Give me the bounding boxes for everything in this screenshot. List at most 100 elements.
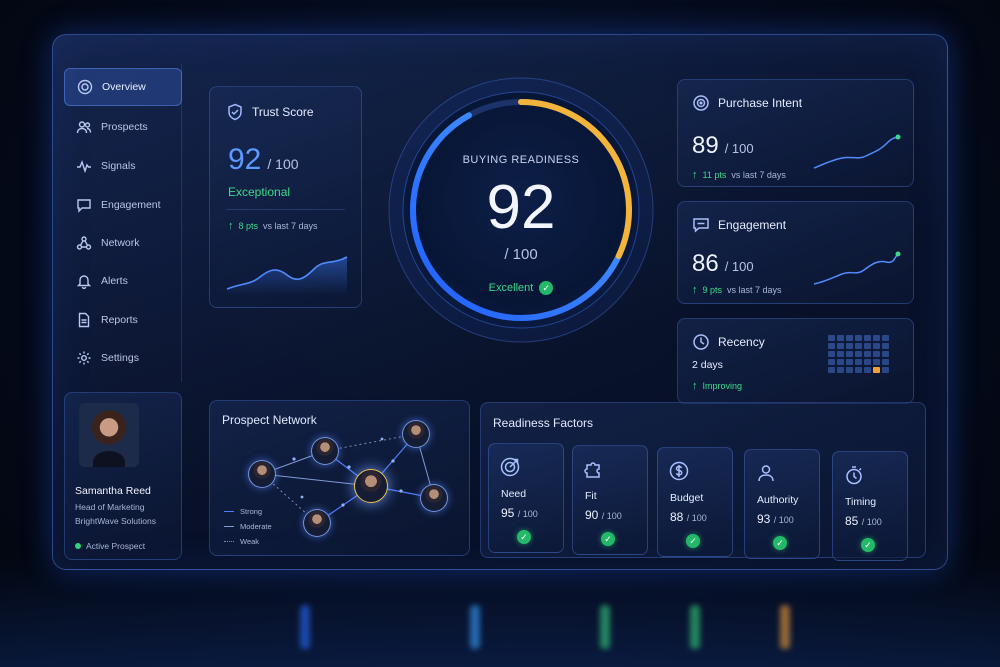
gauge-max: / 100: [504, 246, 538, 263]
up-arrow-icon: ↑: [692, 169, 698, 181]
network-node-avatar[interactable]: [303, 509, 331, 537]
delta-points: 11 pts: [702, 170, 727, 180]
delta-text: vs last 7 days: [727, 285, 782, 295]
trust-score-value: 92 / 100: [228, 143, 299, 177]
factor-score-number: 95: [501, 506, 515, 520]
buying-readiness-gauge[interactable]: BUYING READINESS 92 / 100 Excellent ✓: [387, 76, 655, 344]
status-dot: [75, 543, 81, 549]
check-icon: ✓: [773, 536, 787, 550]
floor-reflection: [300, 605, 310, 649]
network-node-avatar[interactable]: [248, 460, 276, 488]
recency-trend: ↑ Improving: [692, 380, 742, 392]
prospect-network-card[interactable]: Prospect Network Strong Moderate Weak: [209, 400, 470, 556]
delta-points: 8 pts: [238, 221, 259, 231]
floor-reflection: [780, 605, 790, 649]
score-max: / 100: [724, 259, 754, 274]
floor-glow: [0, 557, 1000, 667]
factor-name: Need: [501, 488, 527, 500]
factor-score: 93 / 100: [757, 512, 794, 526]
status-label: Active Prospect: [86, 541, 146, 551]
purchase-intent-card[interactable]: Purchase Intent 89 / 100 ↑ 11 pts vs las…: [677, 79, 914, 187]
sidebar-nav: Overview Prospects Signals Engagement Ne…: [62, 64, 182, 382]
dollar-icon: [669, 461, 689, 481]
up-arrow-icon: ↑: [228, 220, 234, 232]
stopwatch-icon: [846, 466, 862, 485]
legend-label: Weak: [240, 537, 260, 546]
recency-card[interactable]: Recency 2 days ↑ Improving: [677, 318, 914, 404]
floor-reflection: [470, 605, 480, 649]
document-icon: [78, 312, 90, 328]
avatar: [79, 403, 139, 467]
card-title-text: Purchase Intent: [718, 96, 803, 110]
check-icon: ✓: [601, 532, 615, 546]
sidebar-item-overview[interactable]: Overview: [64, 68, 182, 106]
purchase-intent-title: Purchase Intent: [692, 94, 802, 112]
sidebar-item-network[interactable]: Network: [64, 224, 182, 262]
sidebar-item-engagement[interactable]: Engagement: [64, 186, 182, 224]
engagement-delta: ↑ 9 pts vs last 7 days: [692, 284, 782, 296]
factor-score-number: 85: [845, 514, 859, 528]
score-max: / 100: [267, 156, 299, 172]
network-node-avatar[interactable]: [420, 484, 448, 512]
factor-authority[interactable]: Authority 93 / 100 ✓: [744, 449, 820, 559]
check-icon: ✓: [517, 530, 531, 544]
factor-score-max: / 100: [861, 517, 882, 527]
purchase-intent-value: 89 / 100: [692, 132, 754, 160]
network-icon: [76, 236, 92, 250]
divider: [226, 209, 345, 210]
sidebar-item-alerts[interactable]: Alerts: [64, 262, 182, 300]
legend-strong: Strong: [224, 507, 262, 516]
up-arrow-icon: ↑: [692, 380, 698, 392]
up-arrow-icon: ↑: [692, 284, 698, 296]
card-title-text: Recency: [718, 335, 765, 349]
sidebar-item-label: Prospects: [101, 121, 148, 133]
score-number: 86: [692, 250, 719, 277]
factor-score-max: / 100: [601, 511, 622, 521]
delta-points: 9 pts: [702, 285, 723, 295]
network-node-avatar[interactable]: [402, 420, 430, 448]
sidebar-item-label: Engagement: [101, 199, 161, 211]
chat-icon: [693, 218, 709, 233]
sidebar-item-signals[interactable]: Signals: [64, 147, 182, 185]
sidebar-item-settings[interactable]: Settings: [64, 339, 182, 377]
gauge-status: Excellent ✓: [387, 281, 655, 295]
factor-score: 85 / 100: [845, 514, 882, 528]
delta-text: vs last 7 days: [263, 221, 318, 231]
sidebar-item-reports[interactable]: Reports: [64, 301, 182, 339]
factor-fit[interactable]: Fit 90 / 100 ✓: [572, 445, 648, 555]
legend-label: Strong: [240, 507, 263, 516]
engagement-sparkline: [813, 251, 901, 285]
factor-timing[interactable]: Timing 85 / 100 ✓: [832, 451, 908, 561]
purchase-intent-sparkline: [813, 134, 901, 169]
sidebar-item-label: Signals: [101, 160, 136, 172]
factor-need[interactable]: Need 95 / 100 ✓: [488, 443, 564, 553]
prospect-profile-card[interactable]: Samantha Reed Head of Marketing BrightWa…: [64, 392, 182, 560]
status-badge: Active Prospect: [75, 541, 145, 551]
score-max: / 100: [724, 141, 754, 156]
target-icon: [77, 79, 93, 95]
network-node-avatar[interactable]: [311, 437, 339, 465]
profile-role: Head of Marketing: [75, 502, 145, 512]
factor-score-number: 93: [757, 512, 771, 526]
sidebar-item-prospects[interactable]: Prospects: [64, 108, 182, 146]
score-number: 92: [228, 143, 262, 176]
gauge-title: BUYING READINESS: [462, 154, 580, 166]
readiness-factors-card: Readiness Factors Need 95 / 100 ✓ Fit 90…: [480, 402, 926, 561]
factor-budget[interactable]: Budget 88 / 100 ✓: [657, 447, 733, 557]
target-icon: [500, 457, 520, 477]
card-title-text: Trust Score: [252, 105, 314, 119]
network-node-primary-avatar[interactable]: [354, 469, 388, 503]
factor-score: 90 / 100: [585, 508, 622, 522]
trust-score-card[interactable]: Trust Score 92 / 100 Exceptional ↑ 8 pts…: [209, 86, 362, 308]
recency-title: Recency: [692, 333, 765, 351]
users-icon: [76, 121, 92, 134]
floor-reflection: [600, 605, 610, 649]
activity-calendar: [828, 335, 889, 373]
check-icon: ✓: [861, 538, 875, 552]
shield-icon: [228, 103, 242, 121]
check-icon: ✓: [686, 534, 700, 548]
clock-icon: [693, 334, 709, 350]
activity-icon: [77, 159, 91, 174]
engagement-card[interactable]: Engagement 86 / 100 ↑ 9 pts vs last 7 da…: [677, 201, 914, 304]
trust-score-title: Trust Score: [226, 103, 314, 121]
